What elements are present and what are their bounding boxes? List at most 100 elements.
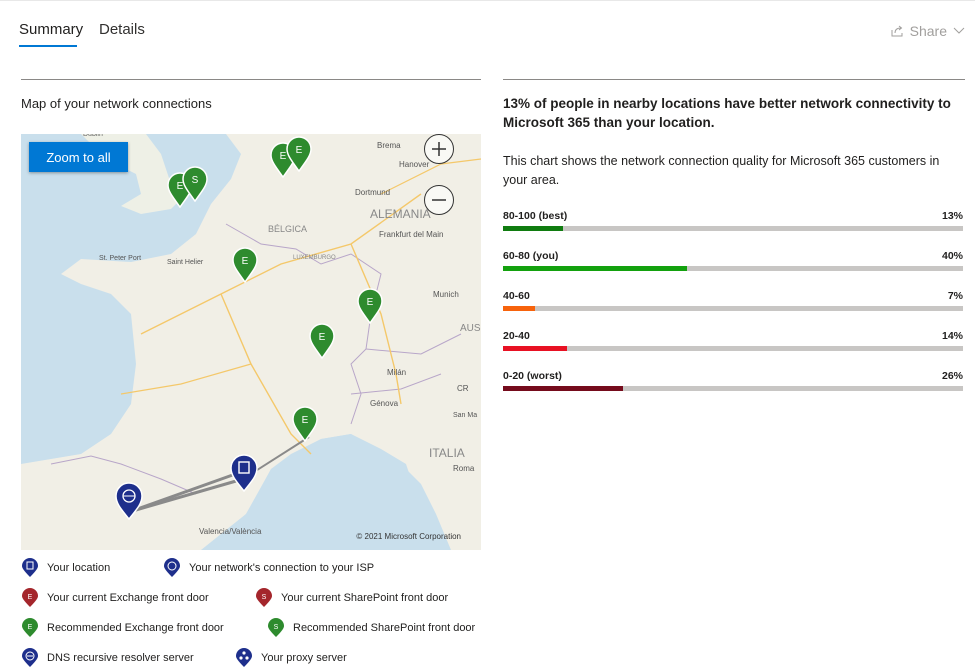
quality-bar-row: 60-80 (you) 40%	[503, 250, 963, 280]
sharepoint-pin-icon: S	[268, 618, 284, 637]
bar-track	[503, 266, 963, 271]
svg-text:Roma: Roma	[453, 464, 475, 473]
svg-text:S: S	[262, 594, 267, 601]
connectivity-headline: 13% of people in nearby locations have b…	[503, 96, 951, 130]
exchange-front-door-pin[interactable]: E	[291, 406, 319, 442]
svg-text:S: S	[192, 175, 199, 186]
bar-track	[503, 306, 963, 311]
exchange-front-door-pin[interactable]: E	[231, 247, 259, 283]
exchange-pin-icon: E	[22, 618, 38, 637]
bar-track	[503, 226, 963, 231]
quality-bar-row: 40-60 7%	[503, 290, 963, 320]
globe-pin-icon	[164, 558, 180, 577]
bar-label: 80-100 (best)	[503, 210, 568, 222]
legend-item: S Recommended SharePoint front door	[267, 618, 475, 638]
bar-fill	[503, 386, 623, 391]
svg-text:Valencia/València: Valencia/València	[199, 527, 262, 536]
svg-text:BÉLGICA: BÉLGICA	[268, 224, 307, 234]
svg-text:Saint Helier: Saint Helier	[167, 259, 204, 266]
exchange-front-door-pin[interactable]: E	[285, 136, 313, 172]
quality-bar-row: 20-40 14%	[503, 330, 963, 360]
isp-connection-pin[interactable]	[114, 482, 144, 520]
chevron-down-icon	[953, 27, 965, 34]
legend-item: Your proxy server	[235, 648, 347, 668]
legend-label: Your location	[47, 562, 111, 574]
legend-item: DNS recursive resolver server	[21, 648, 215, 668]
active-tab-indicator	[19, 45, 77, 47]
building-pin-icon	[22, 558, 38, 577]
quality-bar-row: 0-20 (worst) 26%	[503, 370, 963, 400]
tab-bar: Summary Details Share	[0, 0, 975, 51]
bar-fill	[503, 266, 687, 271]
legend-row: E Recommended Exchange front door S Reco…	[21, 618, 495, 638]
svg-text:S: S	[274, 624, 279, 631]
legend-label: Your current SharePoint front door	[281, 592, 449, 604]
chart-description: This chart shows the network connection …	[503, 154, 940, 187]
svg-text:Hanover: Hanover	[399, 160, 430, 169]
svg-text:St. Peter Port: St. Peter Port	[99, 255, 141, 262]
legend-item: Your location	[21, 558, 143, 578]
zoom-in-icon[interactable]	[424, 134, 454, 164]
svg-text:ITALIA: ITALIA	[429, 446, 465, 460]
network-map[interactable]: Dublin Brema Hanover Dortmund ALEMANIA B…	[21, 134, 481, 550]
legend-label: Recommended SharePoint front door	[293, 622, 476, 634]
bar-percent: 7%	[947, 290, 963, 302]
sharepoint-front-door-pin[interactable]: S	[181, 166, 209, 202]
zoom-to-all-button[interactable]: Zoom to all	[29, 142, 128, 172]
bar-percent: 40%	[941, 250, 963, 262]
svg-text:E: E	[28, 624, 33, 631]
bar-track	[503, 386, 963, 391]
svg-text:Génova: Génova	[370, 399, 399, 408]
bar-track	[503, 346, 963, 351]
tab-details[interactable]: Details	[99, 21, 145, 38]
svg-text:E: E	[367, 297, 374, 308]
share-label: Share	[909, 23, 947, 39]
map-copyright: © 2021 Microsoft Corporation	[356, 532, 461, 541]
quality-bar-row: 80-100 (best) 13%	[503, 210, 963, 240]
bar-label: 60-80 (you)	[503, 250, 559, 262]
exchange-pin-icon: E	[22, 588, 38, 607]
legend-item: S Your current SharePoint front door	[255, 588, 448, 608]
legend-item: Your network's connection to your ISP	[163, 558, 374, 578]
svg-text:Brema: Brema	[377, 141, 401, 150]
bar-label: 40-60	[503, 290, 530, 302]
zoom-out-icon[interactable]	[424, 185, 454, 215]
svg-text:Munich: Munich	[433, 290, 459, 299]
legend-row: E Your current Exchange front door S You…	[21, 588, 468, 608]
svg-text:Dortmund: Dortmund	[355, 188, 390, 197]
legend-label: Your proxy server	[261, 652, 347, 664]
bar-percent: 26%	[941, 370, 963, 382]
bar-fill	[503, 346, 568, 351]
svg-text:E: E	[242, 256, 249, 267]
svg-text:E: E	[296, 145, 303, 156]
legend-label: Recommended Exchange front door	[47, 622, 224, 634]
exchange-front-door-pin[interactable]: E	[308, 323, 336, 359]
legend-label: Your network's connection to your ISP	[189, 562, 375, 574]
legend-row: Your location Your network's connection …	[21, 558, 394, 578]
share-button[interactable]: Share	[890, 23, 965, 39]
svg-text:San Ma: San Ma	[453, 412, 477, 419]
bar-percent: 13%	[941, 210, 963, 222]
bar-fill	[503, 306, 536, 311]
your-location-pin[interactable]	[229, 454, 259, 492]
proxy-pin-icon	[236, 648, 252, 667]
bar-label: 0-20 (worst)	[503, 370, 562, 382]
svg-text:Milán: Milán	[387, 368, 406, 377]
svg-text:CR: CR	[457, 384, 469, 393]
exchange-front-door-pin[interactable]: E	[356, 288, 384, 324]
tab-summary[interactable]: Summary	[19, 21, 83, 38]
svg-text:E: E	[319, 332, 326, 343]
right-divider	[503, 79, 965, 80]
bar-fill	[503, 226, 563, 231]
sharepoint-pin-icon: S	[256, 588, 272, 607]
legend-item: E Your current Exchange front door	[21, 588, 235, 608]
left-divider	[21, 79, 481, 80]
legend-item: E Recommended Exchange front door	[21, 618, 247, 638]
legend-label: DNS recursive resolver server	[47, 652, 194, 664]
dns-pin-icon	[22, 648, 38, 667]
legend-row: DNS recursive resolver server Your proxy…	[21, 648, 367, 668]
bar-percent: 14%	[941, 330, 963, 342]
svg-text:ALEMANIA: ALEMANIA	[370, 207, 431, 221]
legend-label: Your current Exchange front door	[47, 592, 209, 604]
svg-text:E: E	[28, 594, 33, 601]
